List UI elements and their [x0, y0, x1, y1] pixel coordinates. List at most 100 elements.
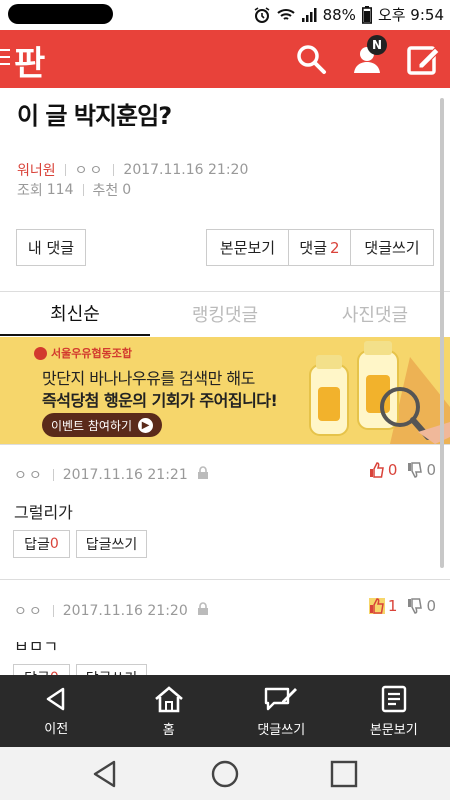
nav-home[interactable]: 홈 [113, 675, 226, 747]
back-triangle-icon [93, 760, 116, 788]
nav-view-post[interactable]: 본문보기 [338, 675, 450, 747]
recents-square-icon [330, 760, 358, 788]
comment-datetime: 2017.11.16 21:20 [62, 603, 188, 619]
scrollbar[interactable] [440, 98, 444, 568]
post-stats: 조회 114 추천 0 [17, 180, 131, 200]
my-comments-button[interactable]: 내 댓글 [16, 229, 86, 266]
app-header: 판 N [0, 30, 450, 88]
tab-latest[interactable]: 최신순 [0, 292, 150, 336]
thumbs-down-icon [408, 462, 423, 478]
ad-cta-label: 이벤트 참여하기 [50, 418, 133, 433]
nav-back-label: 이전 [44, 721, 69, 737]
divider [0, 579, 450, 580]
like-count: 0 [387, 461, 398, 479]
divider [0, 444, 450, 445]
comments-count: 2 [330, 238, 340, 257]
thumbs-up-icon [368, 598, 385, 614]
like-button[interactable]: 0 [369, 461, 398, 479]
tab-ranking[interactable]: 랭킹댓글 [150, 292, 300, 336]
post-meta: 워너원 ㅇㅇ 2017.11.16 21:20 [17, 160, 248, 180]
wifi-icon [276, 7, 295, 23]
milk-bottles-illustration [309, 341, 450, 444]
brand-logo-icon [34, 346, 47, 360]
system-back-button[interactable] [90, 759, 120, 789]
views-label: 조회 [17, 183, 43, 199]
ad-brand: 서울우유협동조합 [34, 345, 132, 361]
divider [52, 469, 54, 481]
home-circle-icon [211, 760, 239, 788]
comment-body: 그럴리가 [14, 503, 73, 522]
notification-badge: N [367, 35, 387, 55]
write-reply-button[interactable]: 답글쓰기 [76, 530, 147, 558]
lock-icon [197, 602, 209, 620]
page-title: 이 글 박지훈임? [17, 102, 172, 130]
divider [64, 164, 66, 176]
post-author[interactable]: 워너원 [17, 160, 56, 180]
comment-votes: 1 0 [368, 597, 436, 615]
comments-label: 댓글 [299, 239, 328, 257]
reply-count: 0 [49, 536, 59, 552]
nav-view-post-label: 본문보기 [369, 722, 418, 738]
status-icons: 88% 오후 9:54 [253, 4, 444, 25]
views-count: 114 [46, 182, 74, 198]
status-bar: 88% 오후 9:54 [0, 0, 450, 30]
dislike-button[interactable]: 0 [407, 461, 436, 479]
comment-write-icon [265, 687, 298, 710]
recommend-label: 추천 [92, 183, 119, 199]
search-icon [297, 45, 326, 74]
alarm-icon [253, 6, 271, 24]
replies-button[interactable]: 답글 0 [13, 530, 70, 558]
comment-meta: ㅇㅇ 2017.11.16 21:20 [14, 601, 209, 621]
comment-votes: 0 0 [369, 461, 436, 479]
nav-back[interactable]: 이전 [0, 675, 113, 747]
ad-line-2: 즉석당첨 행운의 기회가 주어집니다! [42, 391, 278, 410]
arrow-right-icon: ▶ [138, 417, 154, 433]
redacted-area [8, 4, 113, 24]
comments-button[interactable]: 댓글 2 [289, 230, 351, 265]
write-comment-button[interactable]: 댓글쓰기 [351, 230, 433, 265]
clock: 오후 9:54 [377, 6, 444, 24]
write-post-button[interactable] [406, 42, 440, 76]
like-count: 1 [387, 597, 398, 615]
thumbs-up-icon [369, 462, 384, 478]
like-button[interactable]: 1 [368, 597, 398, 615]
ad-cta-button[interactable]: 이벤트 참여하기 ▶ [42, 413, 162, 437]
comment-datetime: 2017.11.16 21:21 [62, 467, 188, 483]
nav-write-comment-label: 댓글쓰기 [257, 722, 306, 738]
dislike-button[interactable]: 0 [407, 597, 436, 615]
system-home-button[interactable] [210, 759, 240, 789]
system-navigation-bar [0, 747, 450, 800]
divider [82, 184, 84, 196]
lock-icon [197, 466, 209, 484]
battery-icon [361, 5, 372, 24]
system-recents-button[interactable] [329, 759, 359, 789]
menu-logo-button[interactable]: 판 [0, 40, 56, 84]
comment-tabs: 최신순 랭킹댓글 사진댓글 [0, 292, 450, 336]
divider [52, 605, 54, 617]
write-icon [407, 46, 440, 75]
nav-home-label: 홈 [162, 722, 175, 738]
thumbs-down-icon [408, 598, 423, 614]
post-nickname: ㅇㅇ [74, 163, 105, 179]
comment-meta: ㅇㅇ 2017.11.16 21:21 [14, 465, 209, 485]
battery-percent: 88% [322, 5, 356, 24]
tab-photo[interactable]: 사진댓글 [300, 292, 450, 336]
signal-icon [301, 7, 317, 23]
search-button[interactable] [294, 42, 328, 76]
app-logo: 판 [14, 44, 46, 84]
comment-nickname: ㅇㅇ [14, 468, 44, 484]
nav-write-comment[interactable]: 댓글쓰기 [225, 675, 338, 747]
post-actions: 본문보기 댓글 2 댓글쓰기 [206, 229, 434, 266]
divider [113, 164, 115, 176]
home-icon [154, 685, 183, 712]
comment-nickname: ㅇㅇ [14, 604, 44, 620]
comment-body: ㅂㅁㄱ [14, 637, 59, 656]
ad-banner[interactable]: 서울우유협동조합 맛단지 바나나우유를 검색만 해도 즉석당첨 행운의 기회가 … [0, 337, 450, 444]
dislike-count: 0 [426, 597, 436, 615]
recommend-count: 0 [122, 182, 132, 198]
back-arrow-icon [47, 687, 65, 710]
ad-brand-name: 서울우유협동조합 [51, 347, 132, 360]
view-post-button[interactable]: 본문보기 [207, 230, 289, 265]
reply-label: 답글 [24, 537, 50, 553]
document-icon [381, 685, 406, 712]
